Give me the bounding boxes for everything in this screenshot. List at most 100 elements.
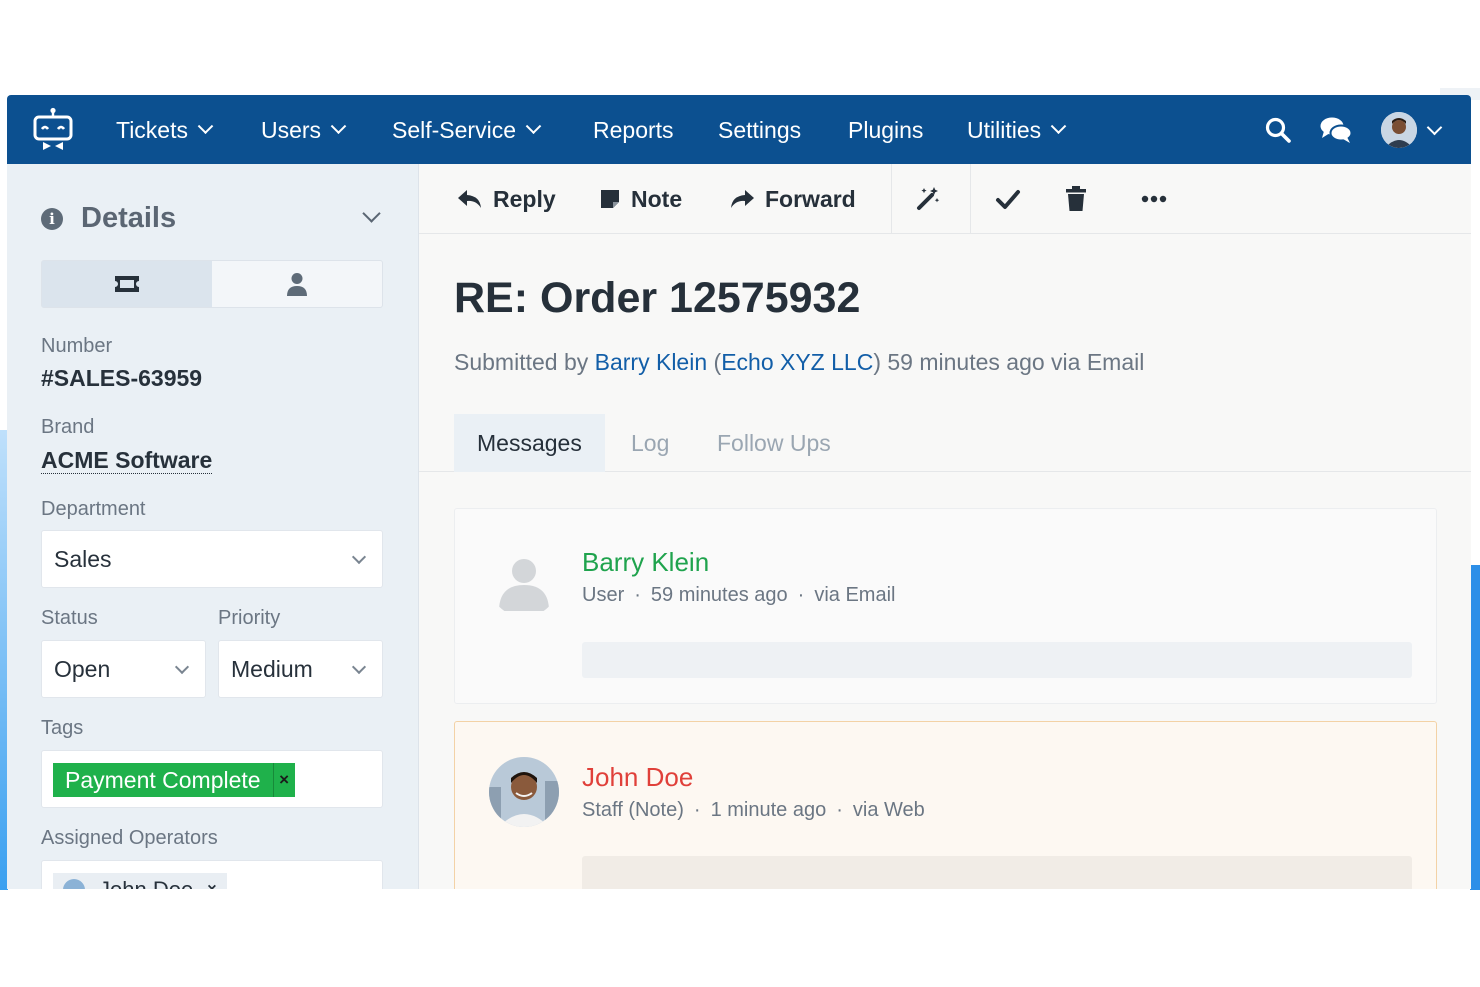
ticket-details-sidebar: i Details Number #SALES-63959 Brand ACME…	[7, 164, 419, 889]
tag-label: Payment Complete	[53, 763, 273, 797]
status-select[interactable]: Open	[41, 640, 206, 698]
forward-label: Forward	[765, 185, 856, 212]
toolbar-divider	[970, 164, 971, 234]
message-role: Staff (Note)	[582, 799, 684, 821]
submitted-prefix: Submitted by	[454, 349, 589, 375]
reply-label: Reply	[493, 185, 556, 212]
assigned-operators-label: Assigned Operators	[41, 827, 218, 849]
note-icon	[601, 190, 619, 208]
message-author[interactable]: John Doe	[582, 762, 693, 793]
submitter-link[interactable]: Barry Klein	[595, 349, 707, 375]
chat-icon[interactable]	[1319, 115, 1353, 145]
background-decoration	[1470, 565, 1480, 890]
operator-avatar	[63, 879, 85, 889]
operator-name: John Doe	[99, 877, 193, 889]
forward-button[interactable]: Forward	[729, 182, 856, 216]
reply-button[interactable]: Reply	[457, 182, 556, 216]
details-header: i Details	[41, 202, 176, 235]
check-icon[interactable]	[993, 184, 1023, 214]
status-value: Open	[54, 655, 111, 682]
remove-operator-icon[interactable]: ×	[207, 881, 216, 889]
chevron-down-icon	[351, 549, 367, 565]
ticket-main-panel: Reply Note Forward RE: Order 12575932 Su…	[419, 164, 1471, 889]
robot-logo-icon[interactable]	[31, 107, 75, 153]
message-meta: User · 59 minutes ago · via Email	[582, 584, 896, 606]
number-label: Number	[41, 335, 113, 357]
message-card: John Doe Staff (Note) · 1 minute ago · via W…	[454, 721, 1437, 889]
ticket-toolbar: Reply Note Forward	[419, 164, 1471, 234]
message-card: Barry Klein User · 59 minutes ago · via Emai…	[454, 508, 1437, 704]
message-meta: Staff (Note) · 1 minute ago · via Web	[582, 799, 925, 821]
user-icon	[287, 273, 307, 296]
chevron-down-icon	[351, 659, 367, 675]
message-role: User	[582, 584, 625, 606]
tag-chip: Payment Complete ×	[53, 763, 295, 797]
submitted-suffix: 59 minutes ago via Email	[887, 349, 1145, 375]
status-label: Status	[41, 607, 98, 629]
ticket-number: #SALES-63959	[41, 365, 203, 391]
details-view-toggle	[41, 260, 383, 308]
operator-chip: John Doe ×	[53, 873, 227, 889]
user-tab-button[interactable]	[212, 261, 382, 307]
chevron-down-icon[interactable]	[1426, 119, 1443, 136]
org-close-paren: )	[873, 349, 881, 375]
submitted-by-line: Submitted by Barry Klein (Echo XYZ LLC) …	[454, 349, 1144, 376]
magic-wand-icon[interactable]	[913, 184, 943, 214]
organisation-link[interactable]: Echo XYZ LLC	[721, 349, 873, 375]
chevron-down-icon	[197, 117, 214, 134]
tags-label: Tags	[41, 717, 84, 739]
priority-select[interactable]: Medium	[218, 640, 383, 698]
message-time: 59 minutes ago	[650, 584, 788, 606]
default-avatar-icon	[489, 547, 559, 617]
top-navbar: Tickets Users Self-Service Reports Setti…	[7, 95, 1471, 164]
details-title: Details	[81, 202, 177, 234]
tab-follow-ups[interactable]: Follow Ups	[717, 414, 831, 472]
message-body	[582, 642, 1412, 678]
nav-settings[interactable]: Settings	[718, 113, 801, 147]
tags-input[interactable]: Payment Complete ×	[41, 750, 383, 808]
remove-tag-icon[interactable]: ×	[272, 763, 295, 797]
message-body	[582, 856, 1412, 889]
priority-value: Medium	[231, 655, 313, 682]
more-icon[interactable]	[1139, 184, 1169, 214]
ticket-tab-button[interactable]	[42, 261, 212, 307]
nav-reports[interactable]: Reports	[593, 113, 674, 147]
chevron-down-icon	[330, 117, 347, 134]
priority-label: Priority	[218, 607, 281, 629]
app-window: Tickets Users Self-Service Reports Setti…	[7, 95, 1471, 889]
message-via: via Web	[852, 799, 925, 821]
forward-icon	[731, 190, 754, 208]
message-author[interactable]: Barry Klein	[582, 547, 709, 578]
note-label: Note	[631, 185, 683, 212]
message-via: via Email	[814, 584, 896, 606]
chevron-down-icon	[525, 117, 542, 134]
tab-log[interactable]: Log	[631, 414, 669, 472]
chevron-down-icon	[174, 659, 190, 675]
assigned-operators-input[interactable]: John Doe ×	[41, 860, 383, 889]
info-icon: i	[41, 207, 63, 230]
brand-label: Brand	[41, 416, 95, 438]
trash-icon[interactable]	[1061, 184, 1091, 214]
note-button[interactable]: Note	[599, 182, 682, 216]
department-label: Department	[41, 498, 146, 520]
nav-self-service[interactable]: Self-Service	[392, 113, 542, 147]
reply-icon	[458, 190, 481, 208]
message-time: 1 minute ago	[710, 799, 827, 821]
user-avatar[interactable]	[1381, 112, 1417, 148]
ticket-title: RE: Order 12575932	[454, 274, 861, 322]
nav-plugins[interactable]: Plugins	[848, 113, 923, 147]
chevron-down-icon	[1050, 117, 1067, 134]
staff-avatar	[489, 757, 559, 827]
collapse-chevron-icon[interactable]	[362, 204, 381, 223]
department-select[interactable]: Sales	[41, 530, 383, 588]
search-icon[interactable]	[1263, 115, 1293, 145]
department-value: Sales	[54, 545, 112, 572]
nav-utilities[interactable]: Utilities	[967, 113, 1067, 147]
brand-link[interactable]: ACME Software	[41, 447, 213, 474]
ticket-tabs: Messages Log Follow Ups	[419, 414, 1471, 472]
nav-tickets[interactable]: Tickets	[116, 113, 214, 147]
toolbar-divider	[891, 164, 892, 234]
nav-users[interactable]: Users	[261, 113, 347, 147]
ticket-icon	[115, 276, 139, 292]
tab-messages[interactable]: Messages	[454, 414, 605, 472]
